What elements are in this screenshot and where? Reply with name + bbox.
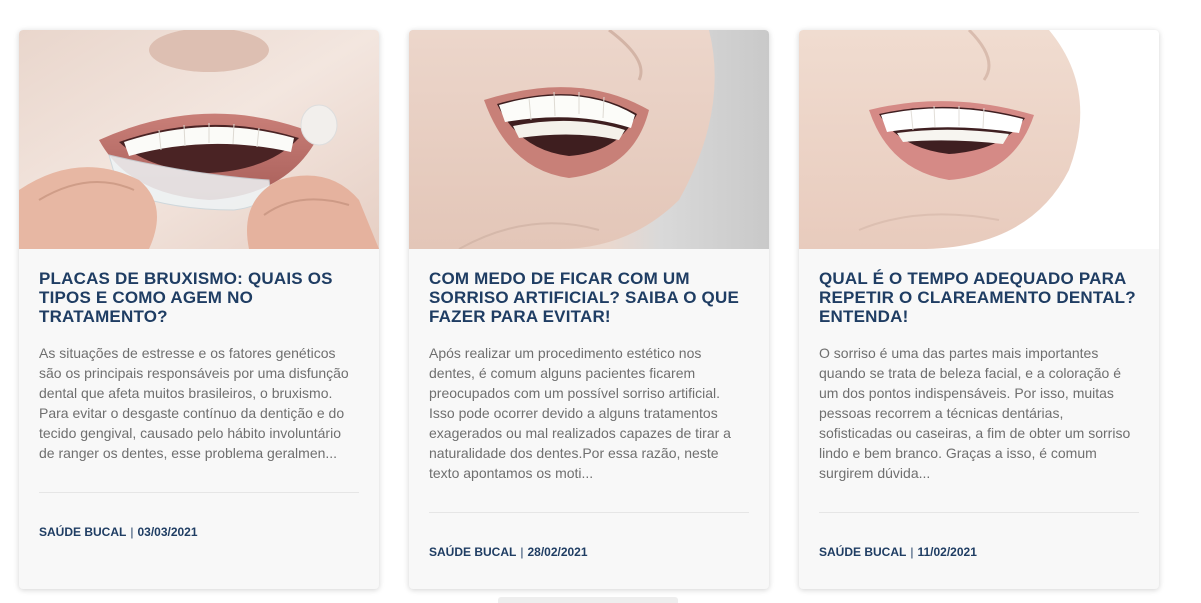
post-excerpt: Após realizar um procedimento estético n… (429, 345, 731, 481)
blog-posts-grid: PLACAS DE BRUXISMO: QUAIS OS TIPOS E COM… (0, 0, 1201, 603)
post-date: 28/02/2021 (527, 545, 588, 559)
card-divider (429, 512, 749, 513)
white-smile-closeup-photo (799, 30, 1159, 249)
post-meta: SAÚDE BUCAL | 03/03/2021 (39, 525, 198, 539)
post-category-link[interactable]: SAÚDE BUCAL (429, 545, 516, 559)
post-title[interactable]: PLACAS DE BRUXISMO: QUAIS OS TIPOS E COM… (39, 269, 359, 326)
meta-separator: | (520, 545, 524, 559)
smiling-mouth-closeup-photo (409, 30, 769, 249)
post-date: 11/02/2021 (917, 545, 977, 559)
post-date: 03/03/2021 (137, 525, 198, 539)
post-card[interactable]: PLACAS DE BRUXISMO: QUAIS OS TIPOS E COM… (19, 30, 379, 589)
post-card[interactable]: COM MEDO DE FICAR COM UM SORRISO ARTIFIC… (409, 30, 769, 589)
card-divider (819, 512, 1139, 513)
post-title[interactable]: QUAL É O TEMPO ADEQUADO PARA REPETIR O C… (819, 269, 1139, 326)
woman-inserting-clear-aligner-photo (19, 30, 379, 249)
post-thumbnail[interactable] (19, 30, 379, 249)
pagination-hint (498, 597, 678, 603)
meta-separator: | (910, 545, 914, 559)
post-excerpt: As situações de estresse e os fatores ge… (39, 345, 349, 461)
post-meta: SAÚDE BUCAL | 11/02/2021 (819, 545, 977, 559)
post-card[interactable]: QUAL É O TEMPO ADEQUADO PARA REPETIR O C… (799, 30, 1159, 589)
post-thumbnail[interactable] (409, 30, 769, 249)
meta-separator: | (130, 525, 134, 539)
post-category-link[interactable]: SAÚDE BUCAL (819, 545, 906, 559)
post-thumbnail[interactable] (799, 30, 1159, 249)
post-excerpt: O sorriso é uma das partes mais importan… (819, 345, 1131, 481)
post-meta: SAÚDE BUCAL | 28/02/2021 (429, 545, 588, 559)
post-category-link[interactable]: SAÚDE BUCAL (39, 525, 126, 539)
post-title[interactable]: COM MEDO DE FICAR COM UM SORRISO ARTIFIC… (429, 269, 749, 326)
card-divider (39, 492, 359, 493)
